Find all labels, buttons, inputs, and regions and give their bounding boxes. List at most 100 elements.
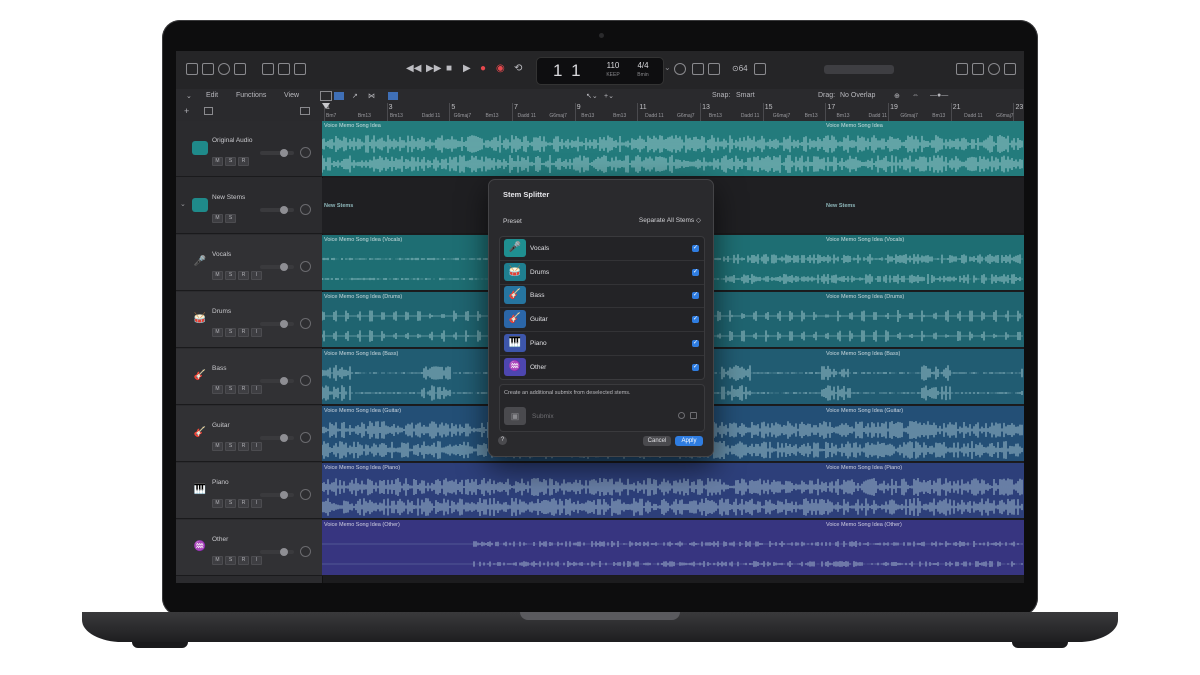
cancel-button[interactable]: Cancel	[643, 436, 671, 446]
record-enable-button[interactable]: R	[238, 442, 249, 451]
track-header[interactable]: 🎸 Guitar M S R I	[176, 406, 322, 462]
chord-marker[interactable]: G6maj7	[773, 113, 791, 119]
grid-icon[interactable]	[320, 91, 332, 101]
stem-row[interactable]: 🎹 Piano ✓	[500, 332, 704, 356]
mute-button[interactable]: M	[212, 499, 223, 508]
track-name[interactable]: New Stems	[212, 194, 245, 201]
submix-menu-icon[interactable]	[690, 412, 697, 419]
add-track-icon[interactable]: +	[184, 106, 189, 116]
record-enable-button[interactable]: R	[238, 271, 249, 280]
pan-knob[interactable]	[300, 375, 311, 386]
global-tracks-icon[interactable]	[300, 107, 310, 115]
disclosure-chevron-icon[interactable]: ⌄	[180, 200, 186, 208]
mute-button[interactable]: M	[212, 385, 223, 394]
volume-slider[interactable]	[260, 550, 294, 554]
track-name[interactable]: Vocals	[212, 251, 231, 258]
chord-marker[interactable]: Bm13	[358, 113, 371, 119]
input-monitor-button[interactable]: I	[251, 271, 262, 280]
track-header[interactable]: Original Audio M S R	[176, 121, 322, 177]
bar-ruler[interactable]: 1 3 5 7 9 11 13 15 17 19 21 23 Bm7 Bm13 Bm13 Dadd 11 G6m…	[322, 103, 1024, 122]
input-monitor-button[interactable]: I	[251, 385, 262, 394]
preset-select[interactable]: Separate All Stems ◇	[629, 214, 701, 228]
volume-slider[interactable]	[260, 436, 294, 440]
solo-button[interactable]: S	[225, 214, 236, 223]
stem-checkbox[interactable]: ✓	[692, 292, 699, 300]
chord-marker[interactable]: Dadd 11	[964, 113, 983, 119]
track-header[interactable]: 🎤 Vocals M S R I	[176, 235, 322, 291]
solo-button[interactable]: S	[225, 385, 236, 394]
metronome-icon[interactable]	[692, 63, 704, 75]
stop-icon[interactable]: ■	[446, 63, 452, 75]
chord-marker[interactable]: G6maj7	[454, 113, 472, 119]
chord-marker[interactable]: Dadd 11	[422, 113, 441, 119]
mute-button[interactable]: M	[212, 271, 223, 280]
quick-help-icon[interactable]	[218, 63, 230, 75]
mute-button[interactable]: M	[212, 556, 223, 565]
stem-checkbox[interactable]: ✓	[692, 363, 699, 371]
pan-knob[interactable]	[300, 318, 311, 329]
browser-icon[interactable]	[1004, 63, 1016, 75]
chord-marker[interactable]: G6maj7	[677, 113, 695, 119]
chord-marker[interactable]: Bm13	[581, 113, 594, 119]
pan-knob[interactable]	[300, 147, 311, 158]
pan-knob[interactable]	[300, 489, 311, 500]
volume-knob[interactable]	[280, 491, 288, 499]
track-name[interactable]: Piano	[212, 479, 229, 486]
chord-marker[interactable]: Bm13	[390, 113, 403, 119]
snap-select[interactable]: Smart	[736, 92, 755, 99]
editors-icon[interactable]	[294, 63, 306, 75]
flex-icon[interactable]: ⋈	[368, 92, 375, 100]
volume-knob[interactable]	[280, 263, 288, 271]
volume-knob[interactable]	[280, 320, 288, 328]
record-enable-button[interactable]: R	[238, 157, 249, 166]
play-icon[interactable]: ▶	[463, 63, 471, 75]
record-enable-button[interactable]: R	[238, 328, 249, 337]
record-enable-button[interactable]: R	[238, 499, 249, 508]
count-in-icon[interactable]	[708, 63, 720, 75]
submix-remove-icon[interactable]	[678, 412, 685, 419]
volume-knob[interactable]	[280, 434, 288, 442]
solo-button[interactable]: S	[225, 442, 236, 451]
apply-button[interactable]: Apply	[675, 436, 703, 446]
library-icon[interactable]	[186, 63, 198, 75]
chord-marker[interactable]: Bm13	[486, 113, 499, 119]
pointer-tool-icon[interactable]: ↖⌄	[586, 92, 598, 100]
chord-marker[interactable]: Dadd 11	[741, 113, 760, 119]
chord-marker[interactable]: Bm13	[837, 113, 850, 119]
solo-button[interactable]: S	[225, 328, 236, 337]
chord-marker[interactable]: Dadd 11	[517, 113, 536, 119]
chord-marker[interactable]: G6maj7	[549, 113, 567, 119]
list-editors-icon[interactable]	[754, 63, 766, 75]
edit-menu[interactable]: Edit	[206, 92, 218, 99]
inspector-icon[interactable]	[202, 63, 214, 75]
waveform-zoom-icon[interactable]: ⊕	[894, 92, 900, 100]
chord-marker[interactable]: Bm13	[613, 113, 626, 119]
stem-row[interactable]: ♒ Other ✓	[500, 356, 704, 380]
catch-icon[interactable]	[388, 92, 398, 100]
record-enable-button[interactable]: R	[238, 385, 249, 394]
volume-slider[interactable]	[260, 151, 294, 155]
zoom-icon[interactable]: ⇔	[912, 92, 919, 99]
list-icon[interactable]	[334, 92, 344, 100]
volume-slider[interactable]	[260, 379, 294, 383]
mute-button[interactable]: M	[212, 442, 223, 451]
chevron-down-icon[interactable]: ⌄	[186, 92, 192, 100]
loop-browser-icon[interactable]	[972, 63, 984, 75]
audio-region[interactable]: Voice Memo Song Idea (Piano) Voice Memo S…	[322, 463, 1024, 519]
track-header[interactable]: 🎸 Bass M S R I	[176, 349, 322, 405]
fast-forward-icon[interactable]: ▶▶	[426, 63, 441, 75]
smart-controls-icon[interactable]	[262, 63, 274, 75]
volume-slider[interactable]	[260, 493, 294, 497]
audio-region[interactable]: Voice Memo Song Idea (Other) Voice Memo S…	[322, 520, 1024, 576]
stem-checkbox[interactable]: ✓	[692, 245, 699, 252]
chord-marker[interactable]: Bm13	[805, 113, 818, 119]
track-header[interactable]: ⌄ New Stems M S	[176, 178, 322, 234]
chord-marker[interactable]: G6maj7	[996, 113, 1014, 119]
record-icon[interactable]: ●	[480, 63, 486, 75]
chord-marker[interactable]: Bm13	[709, 113, 722, 119]
track-header[interactable]: 🥁 Drums M S R I	[176, 292, 322, 348]
stem-checkbox[interactable]: ✓	[692, 268, 699, 276]
input-monitor-button[interactable]: I	[251, 442, 262, 451]
track-name[interactable]: Original Audio	[212, 137, 252, 144]
track-name[interactable]: Bass	[212, 365, 226, 372]
